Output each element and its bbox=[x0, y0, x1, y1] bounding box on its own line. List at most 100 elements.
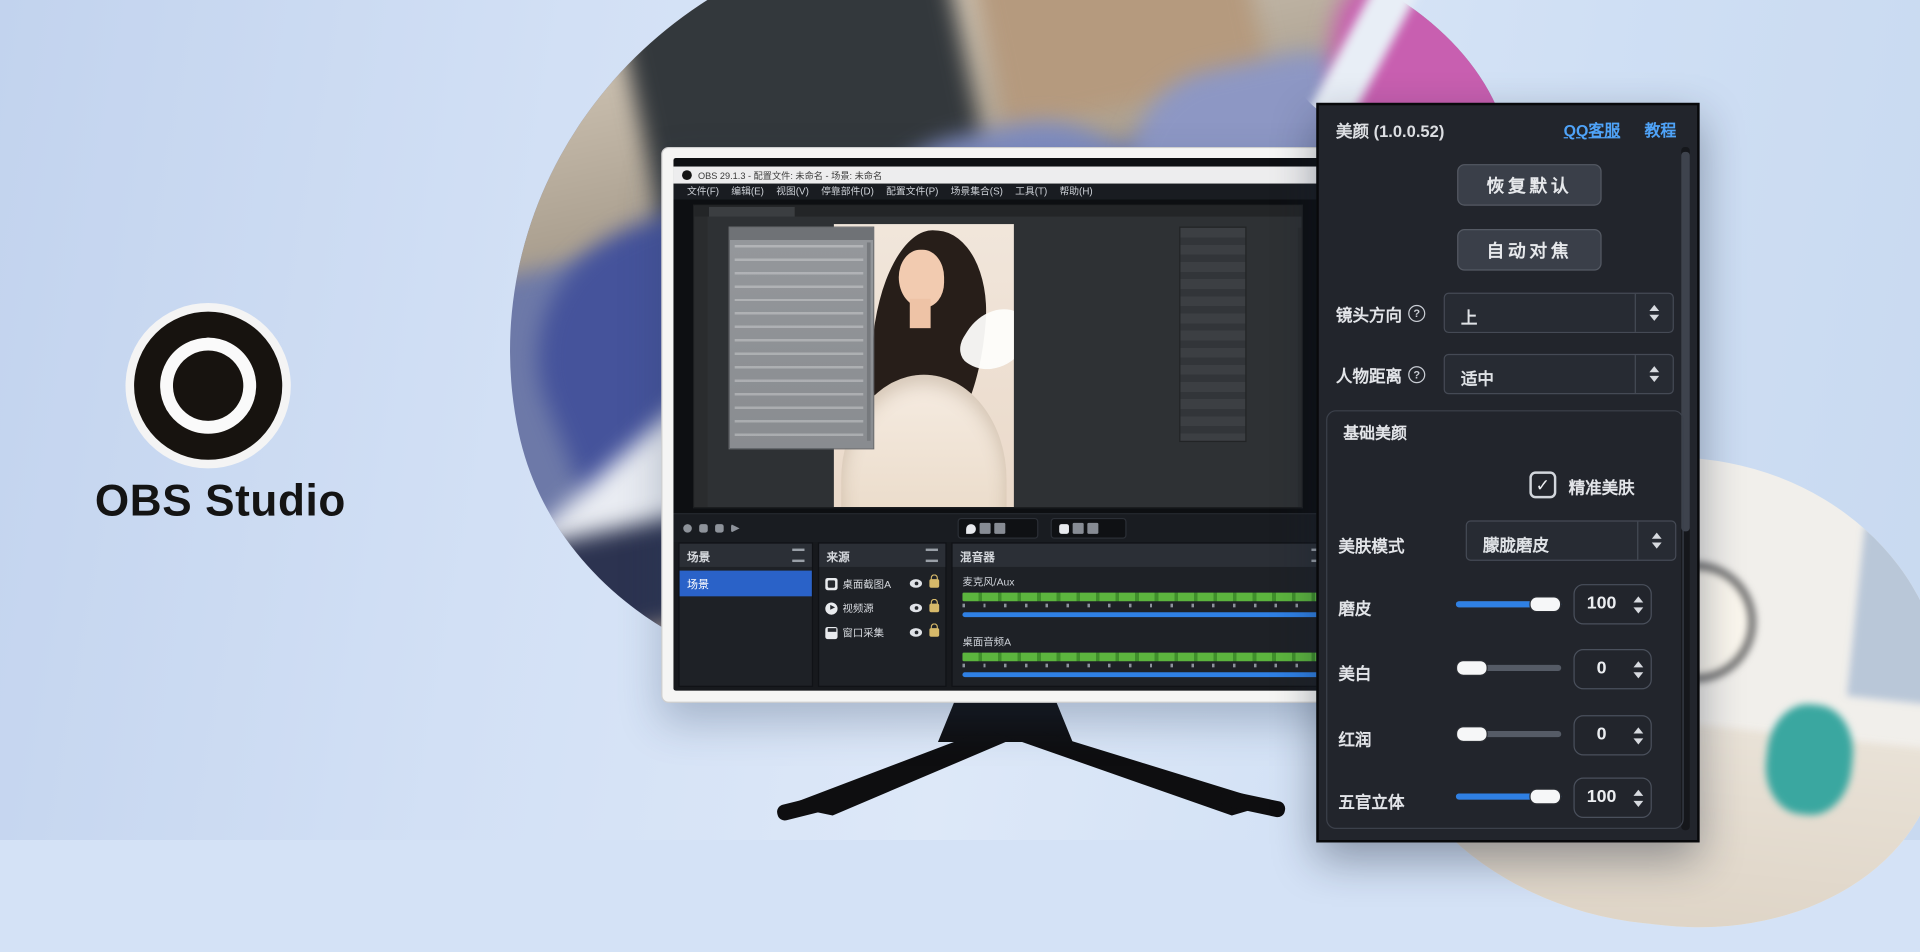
slider-handle[interactable] bbox=[1456, 726, 1488, 742]
face-3d-slider[interactable] bbox=[1456, 793, 1561, 799]
monitor: OBS 29.1.3 - 配置文件: 未命名 - 场景: 未命名 文件(F) 编… bbox=[661, 147, 1349, 703]
dock-menu-icon[interactable] bbox=[926, 549, 938, 562]
chevron-down-icon bbox=[1649, 315, 1659, 321]
rosy-slider[interactable] bbox=[1456, 731, 1561, 737]
face-3d-spinbox[interactable]: 100 bbox=[1573, 778, 1651, 818]
brand-title: OBS Studio bbox=[49, 475, 392, 526]
chevron-up-icon[interactable] bbox=[1633, 789, 1643, 795]
face-3d-label: 五官立体 bbox=[1338, 789, 1404, 813]
whitening-label: 美白 bbox=[1338, 660, 1371, 684]
slider-handle[interactable] bbox=[1529, 788, 1561, 804]
slider-handle[interactable] bbox=[1529, 596, 1561, 612]
ps-right-toolbar bbox=[1298, 228, 1303, 508]
rosy-label: 红润 bbox=[1338, 726, 1371, 750]
obs-preview-area bbox=[673, 200, 1337, 513]
chevron-down-icon[interactable] bbox=[1633, 607, 1643, 613]
smoothing-label: 磨皮 bbox=[1338, 595, 1371, 619]
whitening-spinbox[interactable]: 0 bbox=[1573, 649, 1651, 689]
obs-docks: 场景 场景 来源 桌面截图A bbox=[673, 542, 1337, 690]
visibility-eye-icon[interactable] bbox=[910, 604, 922, 613]
chevron-up-icon bbox=[1649, 305, 1659, 311]
chevron-up-icon[interactable] bbox=[1633, 661, 1643, 667]
dock-menu-icon[interactable] bbox=[792, 549, 804, 562]
lock-icon[interactable] bbox=[929, 628, 939, 637]
preview-toggle-button[interactable] bbox=[958, 518, 1039, 539]
restore-default-button[interactable]: 恢复默认 bbox=[1457, 164, 1601, 206]
smoothing-spinbox[interactable]: 100 bbox=[1573, 584, 1651, 624]
beauty-panel: 美颜 (1.0.0.52) QQ客服 教程 恢复默认 自动对焦 镜头方向 ? 上… bbox=[1316, 103, 1699, 843]
precise-skin-label: 精准美肤 bbox=[1569, 474, 1635, 498]
menu-file[interactable]: 文件(F) bbox=[681, 185, 725, 198]
volume-meter bbox=[962, 653, 1323, 662]
obs-logo-icon bbox=[116, 294, 300, 478]
skin-mode-label: 美肤模式 bbox=[1338, 533, 1404, 557]
chevron-down-icon[interactable] bbox=[1633, 800, 1643, 806]
status-dot-icon bbox=[683, 524, 692, 533]
scenes-dock-title: 场景 bbox=[687, 547, 710, 564]
chevron-up-icon bbox=[1649, 366, 1659, 372]
tutorial-link[interactable]: 教程 bbox=[1644, 118, 1676, 141]
toolbar-square2-icon[interactable] bbox=[715, 524, 724, 533]
menu-docks[interactable]: 停靠部件(D) bbox=[815, 185, 880, 198]
lens-direction-select[interactable]: 上 bbox=[1444, 293, 1674, 333]
slider-handle[interactable] bbox=[1456, 659, 1488, 675]
chevron-down-icon[interactable] bbox=[1633, 738, 1643, 744]
subject-distance-select[interactable]: 适中 bbox=[1444, 354, 1674, 394]
sources-dock-title: 来源 bbox=[827, 547, 850, 564]
volume-slider[interactable] bbox=[962, 612, 1323, 617]
select-spinner[interactable] bbox=[1635, 355, 1673, 393]
program-toggle-button[interactable] bbox=[1051, 518, 1127, 539]
whitening-slider[interactable] bbox=[1456, 665, 1561, 671]
source-row[interactable]: 桌面截图A bbox=[819, 573, 945, 594]
chevron-down-icon bbox=[1649, 376, 1659, 382]
volume-slider[interactable] bbox=[962, 672, 1323, 677]
select-spinner[interactable] bbox=[1637, 522, 1675, 560]
chevron-down-icon[interactable] bbox=[1633, 672, 1643, 678]
menu-help[interactable]: 帮助(H) bbox=[1053, 185, 1098, 198]
select-spinner[interactable] bbox=[1635, 294, 1673, 332]
scene-item-selected[interactable]: 场景 bbox=[680, 571, 812, 597]
chevron-down-icon bbox=[1652, 542, 1662, 548]
lock-icon[interactable] bbox=[929, 604, 939, 613]
lock-icon[interactable] bbox=[929, 579, 939, 588]
obs-app-icon bbox=[682, 170, 692, 180]
help-icon[interactable]: ? bbox=[1408, 366, 1425, 383]
image-source-icon bbox=[825, 577, 837, 589]
pin-icon bbox=[966, 523, 976, 533]
menu-scene-collection[interactable]: 场景集合(S) bbox=[945, 185, 1009, 198]
rosy-spinbox[interactable]: 0 bbox=[1573, 715, 1651, 755]
help-icon[interactable]: ? bbox=[1408, 305, 1425, 322]
precise-skin-checkbox[interactable] bbox=[1529, 471, 1556, 498]
media-source-icon bbox=[825, 602, 837, 614]
obs-preview-toolbar bbox=[673, 513, 1337, 542]
stage: OBS Studio OBS 29.1.3 - 配置文件: 未命名 - 场景: … bbox=[0, 0, 1920, 840]
source-row[interactable]: 窗口采集 bbox=[819, 622, 945, 643]
toolbar-play-icon[interactable] bbox=[731, 524, 740, 533]
skin-mode-select[interactable]: 朦胧磨皮 bbox=[1466, 520, 1677, 560]
obs-window: OBS 29.1.3 - 配置文件: 未命名 - 场景: 未命名 文件(F) 编… bbox=[673, 158, 1337, 691]
mixer-dock: 混音器 麦克风/Aux 桌面音频A bbox=[951, 542, 1332, 686]
visibility-eye-icon[interactable] bbox=[910, 579, 922, 588]
menu-view[interactable]: 视图(V) bbox=[770, 185, 815, 198]
meter-ticks bbox=[962, 664, 1323, 668]
source-row[interactable]: 视频源 bbox=[819, 598, 945, 619]
menu-edit[interactable]: 编辑(E) bbox=[725, 185, 770, 198]
menu-profile[interactable]: 配置文件(P) bbox=[880, 185, 944, 198]
window-icon bbox=[1059, 523, 1069, 533]
visibility-eye-icon[interactable] bbox=[910, 628, 922, 637]
chevron-up-icon[interactable] bbox=[1633, 596, 1643, 602]
chevron-up-icon[interactable] bbox=[1633, 727, 1643, 733]
mixer-channel: 麦克风/Aux bbox=[962, 574, 1323, 617]
obs-menubar: 文件(F) 编辑(E) 视图(V) 停靠部件(D) 配置文件(P) 场景集合(S… bbox=[673, 184, 1337, 200]
window-capture-icon bbox=[825, 626, 837, 638]
smoothing-slider[interactable] bbox=[1456, 601, 1561, 607]
ps-toolbar bbox=[694, 217, 707, 508]
ps-floating-panel bbox=[729, 227, 875, 450]
autofocus-button[interactable]: 自动对焦 bbox=[1457, 229, 1601, 271]
toolbar-square-icon[interactable] bbox=[699, 524, 708, 533]
obs-window-title: OBS 29.1.3 - 配置文件: 未命名 - 场景: 未命名 bbox=[698, 168, 882, 181]
meter-ticks bbox=[962, 604, 1323, 608]
chevron-up-icon bbox=[1652, 533, 1662, 539]
qq-support-link[interactable]: QQ客服 bbox=[1564, 118, 1621, 141]
menu-tools[interactable]: 工具(T) bbox=[1009, 185, 1053, 198]
